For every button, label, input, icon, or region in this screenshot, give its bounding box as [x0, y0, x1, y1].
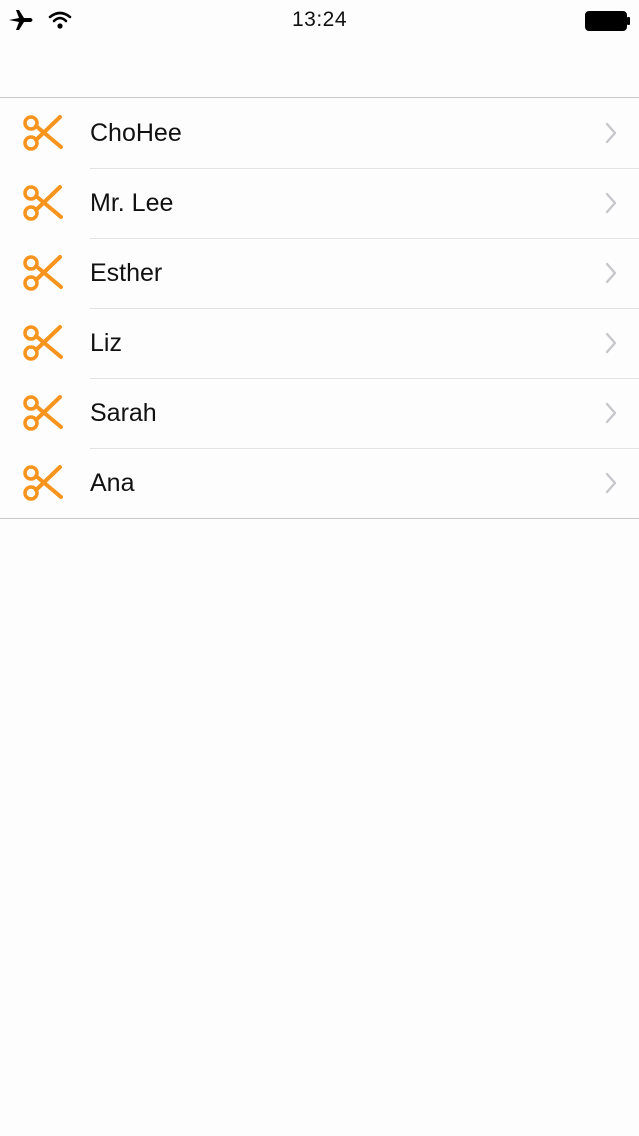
scissors-icon [23, 115, 63, 151]
row-separator [90, 238, 639, 239]
navigation-bar [0, 40, 639, 97]
chevron-right-icon [605, 122, 617, 144]
list-item-label: ChoHee [90, 119, 182, 147]
row-separator [90, 378, 639, 379]
contact-list: ChoHee Mr. Lee Esther Liz Sarah Ana [0, 97, 639, 519]
row-separator [90, 448, 639, 449]
scissors-icon [23, 325, 63, 361]
scissors-icon [23, 395, 63, 431]
scissors-icon [23, 185, 63, 221]
list-item[interactable]: ChoHee [0, 98, 639, 168]
list-item[interactable]: Ana [0, 448, 639, 518]
list-item-label: Ana [90, 469, 135, 497]
chevron-right-icon [605, 332, 617, 354]
row-separator [90, 168, 639, 169]
list-item[interactable]: Esther [0, 238, 639, 308]
list-item-label: Esther [90, 259, 163, 287]
list-item-label: Mr. Lee [90, 189, 174, 217]
scissors-icon [23, 465, 63, 501]
list-item[interactable]: Sarah [0, 378, 639, 448]
battery-icon [585, 11, 630, 31]
chevron-right-icon [605, 192, 617, 214]
chevron-right-icon [605, 262, 617, 284]
status-bar: 13:24 [0, 0, 639, 40]
status-time: 13:24 [291, 8, 348, 31]
scissors-icon [23, 255, 63, 291]
row-separator [90, 308, 639, 309]
list-item-label: Sarah [90, 399, 157, 427]
chevron-right-icon [605, 472, 617, 494]
chevron-right-icon [605, 402, 617, 424]
list-item[interactable]: Mr. Lee [0, 168, 639, 238]
list-item[interactable]: Liz [0, 308, 639, 378]
list-item-label: Liz [90, 329, 122, 357]
